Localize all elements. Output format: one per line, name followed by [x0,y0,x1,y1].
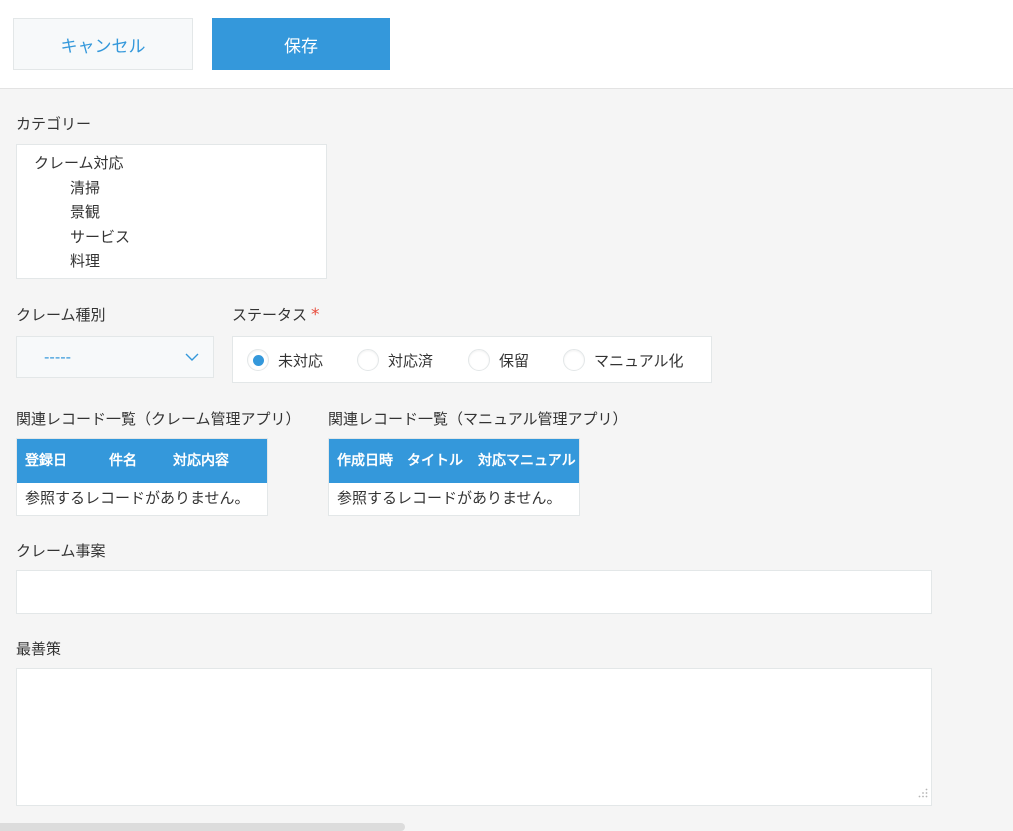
save-button[interactable]: 保存 [212,18,390,70]
radio-selected-icon [247,349,269,371]
claim-type-label: クレーム種別 [16,306,106,324]
tree-item-root[interactable]: クレーム対応 [17,151,326,176]
tree-item-child[interactable]: 料理 [17,249,326,274]
related-claims-label: 関連レコード一覧（クレーム管理アプリ） [16,410,301,428]
horizontal-scrollbar[interactable] [0,823,405,831]
claim-case-label: クレーム事案 [16,542,106,560]
resize-grip-icon[interactable] [918,784,928,802]
best-practice-label: 最善策 [16,640,62,658]
related-claims-table: 登録日 件名 対応内容 参照するレコードがありません。 [16,438,268,516]
chevron-down-icon [185,348,199,366]
tree-item-child[interactable]: サービス [17,225,326,250]
column-header: 対応マニュアル [478,453,576,469]
status-radio-manualized[interactable]: マニュアル化 [563,347,684,373]
status-radio-group: 未対応 対応済 保留 マニュアル化 [232,336,712,383]
claim-type-selected-value: ----- [44,348,72,366]
category-label: カテゴリー [16,115,92,133]
radio-label: 対応済 [388,351,434,370]
column-header: 登録日 [25,453,67,469]
radio-label: 保留 [499,351,530,370]
related-manuals-label: 関連レコード一覧（マニュアル管理アプリ） [328,410,628,428]
empty-message: 参照するレコードがありません。 [25,489,250,507]
empty-message: 参照するレコードがありません。 [337,489,562,507]
tree-item-child[interactable]: 清掃 [17,176,326,201]
radio-unselected-icon [563,349,585,371]
status-radio-unhandled[interactable]: 未対応 [247,347,323,373]
best-practice-textarea[interactable] [16,668,932,806]
column-header: 件名 [109,453,137,469]
related-manuals-table: 作成日時 タイトル 対応マニュアル 参照するレコードがありません。 [328,438,580,516]
column-header: 作成日時 [337,453,393,469]
column-header: 対応内容 [173,453,229,469]
required-mark: * [311,305,320,325]
category-tree: クレーム対応 清掃 景観 サービス 料理 [16,144,327,279]
cancel-button[interactable]: キャンセル [13,18,193,70]
radio-label: 未対応 [278,351,324,370]
column-header: タイトル [407,453,463,469]
status-radio-pending[interactable]: 保留 [468,347,529,373]
claim-type-dropdown[interactable]: ----- [16,336,214,378]
tree-item-child[interactable]: 景観 [17,200,326,225]
status-radio-handled[interactable]: 対応済 [357,347,433,373]
toolbar: キャンセル 保存 [0,0,1013,89]
radio-label: マニュアル化 [594,351,684,370]
status-label: ステータス * [232,304,320,325]
table-header: 作成日時 タイトル 対応マニュアル [329,439,579,483]
table-header: 登録日 件名 対応内容 [17,439,267,483]
radio-unselected-icon [357,349,379,371]
claim-case-input[interactable] [16,570,932,614]
status-label-text: ステータス [232,306,308,324]
radio-unselected-icon [468,349,490,371]
